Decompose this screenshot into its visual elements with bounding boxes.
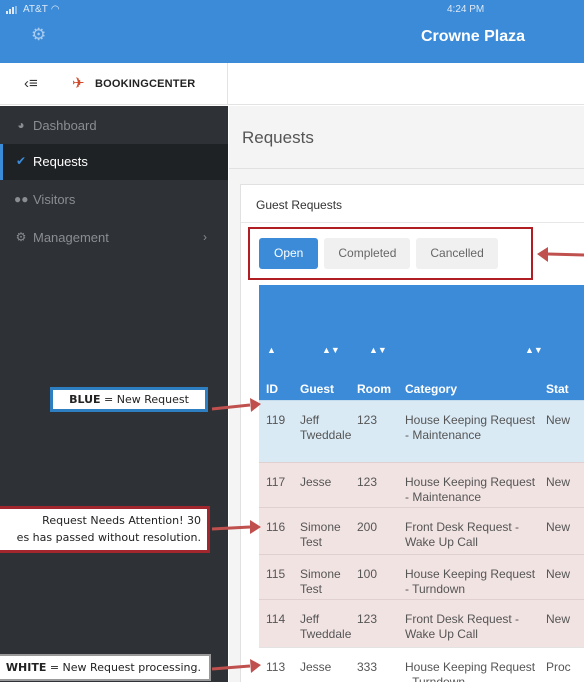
- column-header-room[interactable]: Room: [357, 382, 391, 396]
- cell-room: 200: [357, 520, 378, 534]
- cell-room: 123: [357, 475, 378, 489]
- column-header-id[interactable]: ID: [266, 382, 278, 396]
- arrow-right-icon: [211, 520, 261, 534]
- cell-status: New: [546, 413, 571, 427]
- arrow-right-icon: [211, 398, 261, 412]
- app-header: AT&T ◠ 4:24 PM ⚙ Crowne Plaza: [0, 0, 584, 63]
- cell-guest: Simone Test: [300, 567, 341, 596]
- cell-id: 115: [266, 567, 286, 581]
- cell-guest: Jesse: [300, 660, 332, 674]
- tabs-highlight-box: [248, 227, 533, 280]
- cell-id: 114: [266, 612, 286, 626]
- clock: 4:24 PM: [447, 4, 485, 15]
- divider: [229, 168, 584, 169]
- cell-category: Front Desk Request - Wake Up Call: [405, 520, 520, 549]
- callout-key: WHITE: [5, 661, 47, 674]
- cell-id: 117: [266, 475, 286, 489]
- users-icon: ●●: [14, 192, 29, 206]
- cell-guest: Simone Test: [300, 520, 341, 549]
- column-header-category[interactable]: Category: [405, 382, 457, 396]
- sidebar-item-visitors[interactable]: ●● Visitors: [0, 182, 228, 218]
- sidebar-item-label: Dashboard: [33, 118, 97, 133]
- brand-area: ‹≡ ✈ BOOKINGCENTER: [0, 63, 228, 105]
- cell-id: 119: [266, 413, 286, 427]
- panel-header: Guest Requests: [241, 185, 584, 223]
- gear-icon: ⚙: [15, 230, 27, 244]
- chevron-right-icon: ›: [203, 230, 207, 244]
- cell-guest: Jeff Tweddale: [300, 413, 352, 442]
- cell-category: House Keeping Request - Maintenance: [405, 475, 536, 504]
- sort-asc-icon[interactable]: ▲: [267, 345, 276, 355]
- page-title: Requests: [242, 128, 314, 147]
- sidebar-item-label: Management: [33, 230, 109, 245]
- cell-status: New: [546, 520, 571, 534]
- sort-icon[interactable]: ▲▼: [525, 345, 543, 355]
- column-header-status[interactable]: Stat: [546, 382, 569, 396]
- callout-line: Request Needs Attention! 30: [42, 514, 201, 527]
- check-icon: ✔: [15, 154, 27, 168]
- signal-icon: [6, 5, 20, 14]
- cell-room: 123: [357, 413, 378, 427]
- wifi-icon: ◠: [50, 4, 60, 15]
- sidebar-item-label: Requests: [33, 154, 88, 169]
- callout-processing: WHITE = New Request processing.: [0, 654, 211, 681]
- table-row[interactable]: 116 Simone Test 200 Front Desk Request -…: [259, 507, 584, 554]
- cell-room: 100: [357, 567, 378, 581]
- cell-id: 116: [266, 520, 286, 534]
- carrier-label: AT&T: [23, 4, 48, 15]
- table-row[interactable]: 115 Simone Test 100 House Keeping Reques…: [259, 554, 584, 599]
- cell-status: New: [546, 475, 571, 489]
- callout-key: BLUE: [69, 393, 101, 406]
- cell-status: Proc: [546, 660, 571, 674]
- brand-bar: ‹≡ ✈ BOOKINGCENTER: [0, 63, 584, 105]
- cell-room: 123: [357, 612, 378, 626]
- cell-guest: Jeff Tweddale: [300, 612, 352, 641]
- cell-category: House Keeping Request - Turndown: [405, 660, 536, 682]
- cell-status: New: [546, 567, 571, 581]
- callout-line: es has passed without resolution.: [16, 531, 201, 544]
- cell-id: 113: [266, 660, 286, 674]
- status-bar: AT&T ◠: [6, 4, 60, 15]
- sort-icon[interactable]: ▲▼: [322, 345, 340, 355]
- table-row[interactable]: 117 Jesse 123 House Keeping Request - Ma…: [259, 462, 584, 507]
- sidebar-item-dashboard[interactable]: ◕ Dashboard: [0, 108, 228, 144]
- app-title: Crowne Plaza: [421, 28, 526, 45]
- sidebar-item-management[interactable]: ⚙ Management ›: [0, 220, 228, 256]
- table-header: ▲ ▲▼ ▲▼ ▲▼ ID Guest Room Category Stat: [259, 285, 584, 400]
- cell-status: New: [546, 612, 571, 626]
- sidebar-item-requests[interactable]: ✔ Requests: [0, 144, 228, 180]
- panel-title: Guest Requests: [256, 198, 343, 212]
- callout-text: = New Request: [100, 393, 189, 406]
- brand-name: BOOKINGCENTER: [95, 78, 196, 90]
- sidebar-toggle-icon[interactable]: ‹≡: [24, 75, 38, 92]
- column-header-guest[interactable]: Guest: [300, 382, 334, 396]
- arrow-right-icon: [211, 659, 261, 673]
- requests-table: ▲ ▲▼ ▲▼ ▲▼ ID Guest Room Category Stat 1…: [259, 285, 584, 682]
- table-row[interactable]: 114 Jeff Tweddale 123 Front Desk Request…: [259, 599, 584, 647]
- cell-category: Front Desk Request - Wake Up Call: [405, 612, 520, 641]
- table-row[interactable]: 113 Jesse 333 House Keeping Request - Tu…: [259, 647, 584, 682]
- arrow-left-icon: [537, 247, 584, 262]
- table-row[interactable]: 119 Jeff Tweddale 123 House Keeping Requ…: [259, 400, 584, 462]
- callout-new-request: BLUE = New Request: [50, 387, 208, 412]
- cell-room: 333: [357, 660, 378, 674]
- callout-text: = New Request processing.: [46, 661, 201, 674]
- cell-category: House Keeping Request - Turndown: [405, 567, 536, 596]
- cell-category: House Keeping Request - Maintenance: [405, 413, 536, 442]
- gear-icon[interactable]: ⚙: [31, 25, 46, 45]
- sidebar-item-label: Visitors: [33, 192, 76, 207]
- cell-guest: Jesse: [300, 475, 332, 489]
- callout-needs-attention: Request Needs Attention! 30 es has passe…: [0, 506, 210, 553]
- bookingcenter-logo-icon: ✈: [72, 75, 85, 92]
- sort-icon[interactable]: ▲▼: [369, 345, 387, 355]
- dashboard-icon: ◕: [17, 118, 25, 132]
- active-indicator: [0, 144, 3, 180]
